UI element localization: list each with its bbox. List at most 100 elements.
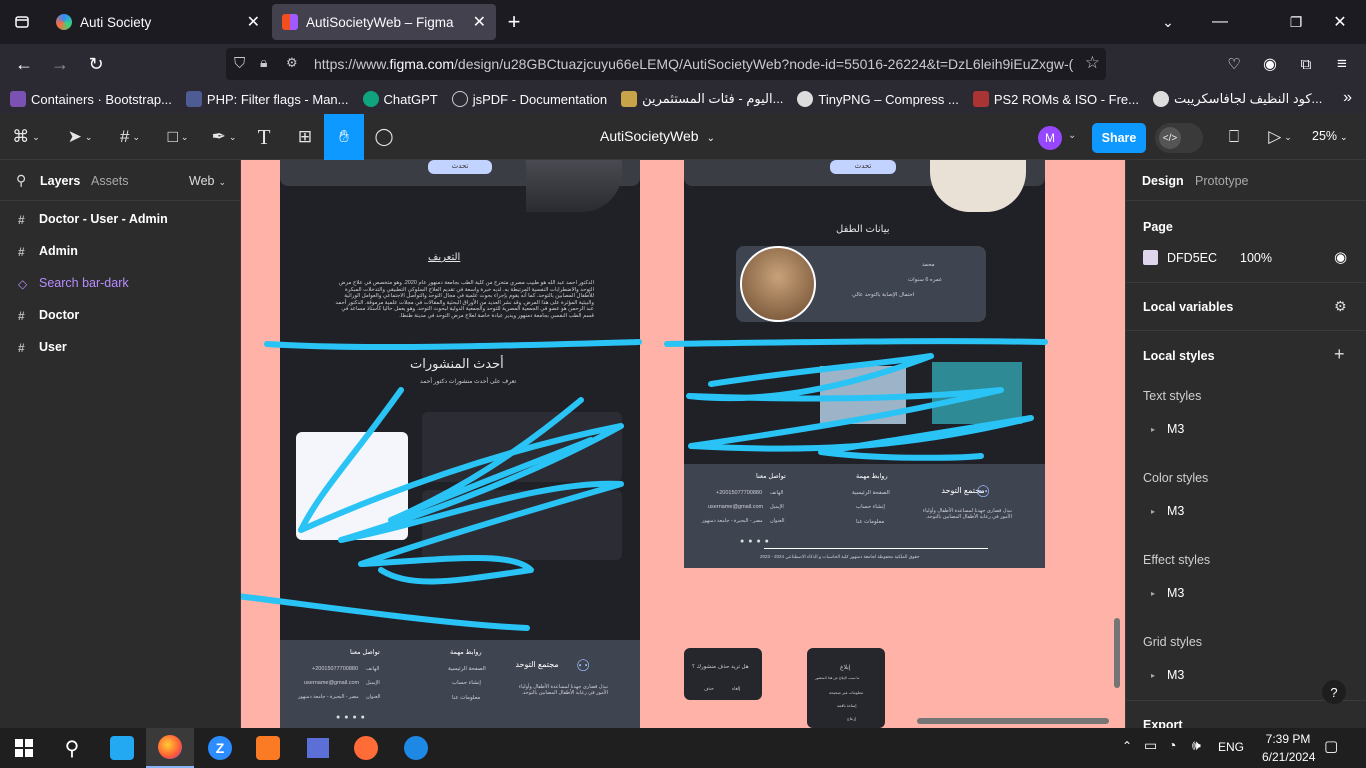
bookmark-item[interactable]: ChatGPT — [362, 91, 438, 107]
postman-icon[interactable] — [342, 728, 390, 768]
permissions-icon[interactable]: ⚙ — [286, 55, 298, 71]
local-variables-label[interactable]: Local variables — [1143, 300, 1233, 314]
tab-title: Auti Society — [80, 14, 152, 30]
scribble-zigzag — [686, 353, 1034, 461]
clock-date[interactable]: 6/21/2024 — [1262, 750, 1315, 764]
network-app-icon[interactable] — [294, 728, 342, 768]
bookmark-item[interactable]: TinyPNG – Compress ... — [797, 91, 959, 107]
tray-chevron-icon[interactable]: ⌃ — [1122, 739, 1132, 753]
page-opacity[interactable]: 100% — [1240, 251, 1272, 265]
pen-tool-icon[interactable]: ✒ ⌄ — [204, 114, 244, 160]
tab-list-icon[interactable] — [8, 8, 36, 36]
tab-auti-society[interactable]: Auti Society ✕ — [46, 4, 270, 40]
bookmark-item[interactable]: PS2 ROMs & ISO - Fre... — [972, 91, 1139, 107]
pocket-icon[interactable]: ♡ — [1220, 50, 1248, 78]
page-color-value[interactable]: DFD5EC — [1167, 251, 1217, 265]
tab-title: AutiSocietyWeb – Figma — [306, 14, 454, 30]
style-item[interactable]: ▸ M3 — [1151, 504, 1184, 518]
start-icon[interactable] — [0, 728, 48, 768]
shield-icon[interactable]: ⛉ — [234, 55, 245, 72]
close-icon[interactable]: ✕ — [247, 12, 260, 32]
bookmark-item[interactable]: Containers · Bootstrap... — [10, 91, 172, 107]
firefox-icon[interactable] — [146, 728, 194, 768]
rom-icon — [972, 91, 989, 107]
document-title[interactable]: AutiSocietyWeb ⌄ — [600, 128, 715, 144]
help-button[interactable]: ? — [1322, 680, 1346, 704]
resources-tool-icon[interactable]: ⊞ — [290, 114, 320, 160]
back-icon[interactable]: ← — [10, 50, 38, 78]
search-icon[interactable]: ⚲ — [16, 172, 26, 189]
browser-app-icon[interactable] — [392, 728, 440, 768]
figma-toolbar: ⌘ ⌄ ➤ ⌄ # ⌄ □ ⌄ ✒ ⌄ T ⊞ ✋︎ ◯ AutiSocietyWeb ⌄ … — [0, 114, 1366, 160]
move-tool-icon[interactable]: ➤ ⌄ — [60, 114, 100, 160]
account-icon[interactable]: ◉ — [1256, 50, 1284, 78]
vscode-icon[interactable] — [98, 728, 146, 768]
bookmarks-bar: Containers · Bootstrap... PHP: Filter fl… — [0, 84, 1366, 114]
bookmark-item[interactable]: كود النظيف لجافاسكريبت... — [1153, 91, 1322, 107]
tab-assets[interactable]: Assets — [91, 174, 129, 188]
style-item[interactable]: ▸ M3 — [1151, 668, 1184, 682]
clock-time[interactable]: 7:39 PM — [1262, 732, 1314, 746]
tab-favicon-icon — [56, 14, 72, 30]
library-icon[interactable]: ⎕ — [1220, 114, 1248, 160]
variables-icon[interactable]: ⚙ — [1334, 298, 1347, 315]
main-menu-icon[interactable]: ⌘ ⌄ — [8, 114, 44, 160]
page-color-swatch[interactable] — [1143, 250, 1158, 265]
close-icon[interactable]: ✕ — [473, 12, 486, 32]
shape-tool-icon[interactable]: □ ⌄ — [158, 114, 198, 160]
zoom-app-icon[interactable]: Z — [196, 728, 244, 768]
share-button[interactable]: Share — [1092, 123, 1146, 153]
tab-design[interactable]: Design — [1142, 174, 1184, 188]
more-bookmarks-icon[interactable]: » — [1343, 89, 1352, 107]
zoom-level[interactable]: 25% ⌄ — [1312, 129, 1348, 143]
tab-layers[interactable]: Layers — [40, 174, 80, 188]
new-tab-icon[interactable]: + — [500, 8, 528, 36]
comment-tool-icon[interactable]: ◯ — [370, 114, 398, 160]
volume-icon[interactable]: 🕪︎ — [1192, 737, 1201, 754]
reload-icon[interactable]: ↻ — [82, 50, 110, 78]
notifications-icon[interactable]: ▢ — [1324, 737, 1338, 755]
style-group-label: Color styles — [1143, 471, 1209, 485]
url-bar[interactable]: ⛉ 🔒︎ ⚙ https://www. figma.com/design/u28G… — [226, 48, 1106, 80]
menu-icon[interactable]: ≡ — [1328, 50, 1356, 78]
layer-row[interactable]: # User — [18, 340, 67, 355]
bookmark-star-icon[interactable]: ☆ — [1078, 53, 1100, 73]
present-icon[interactable]: ▷ ⌄ — [1262, 114, 1298, 160]
tab-figma[interactable]: AutiSocietyWeb – Figma ✕ — [272, 4, 496, 40]
layer-row[interactable]: # Doctor — [18, 308, 79, 323]
hand-tool-icon[interactable]: ✋︎ — [324, 114, 364, 160]
dev-mode-toggle[interactable]: </> — [1155, 123, 1203, 153]
color-app-icon[interactable]: ◔ — [1168, 737, 1176, 753]
restore-icon[interactable]: ❐ — [1282, 8, 1310, 36]
chatgpt-icon — [362, 91, 379, 107]
design-canvas[interactable]: تحدث التعريف الدكتور أحمد عبد الله هو طب… — [241, 160, 1125, 728]
style-item[interactable]: ▸ M3 — [1151, 586, 1184, 600]
layer-row[interactable]: # Doctor - User - Admin — [18, 212, 168, 227]
bookmark-item[interactable]: jsPDF - Documentation — [451, 91, 607, 107]
window-close-icon[interactable]: ✕ — [1326, 8, 1354, 36]
text-tool-icon[interactable]: T — [250, 114, 278, 160]
language-indicator[interactable]: ENG — [1218, 740, 1244, 754]
bookmark-item[interactable]: اليوم - فئات المستثمرين... — [621, 91, 783, 107]
frame-tool-icon[interactable]: # ⌄ — [110, 114, 150, 160]
chevron-down-icon[interactable]: ⌄ — [1068, 130, 1076, 141]
avatar[interactable]: M — [1038, 126, 1062, 150]
layer-row[interactable]: ◇ Search bar-dark — [18, 276, 129, 291]
vertical-scrollbar[interactable] — [1114, 618, 1120, 688]
forward-icon[interactable]: → — [46, 50, 74, 78]
xampp-icon[interactable] — [244, 728, 292, 768]
bookmark-item[interactable]: PHP: Filter flags - Man... — [185, 91, 349, 107]
page-selector[interactable]: Web ⌄ — [189, 174, 226, 188]
horizontal-scrollbar[interactable] — [917, 718, 1109, 724]
minimize-icon[interactable]: — — [1206, 8, 1234, 36]
add-style-icon[interactable]: + — [1334, 344, 1345, 365]
tab-prototype[interactable]: Prototype — [1195, 174, 1249, 188]
eye-icon[interactable]: ◉ — [1334, 248, 1347, 266]
chevron-down-icon[interactable]: ⌄ — [1154, 8, 1182, 36]
layer-row[interactable]: # Admin — [18, 244, 78, 259]
extensions-icon[interactable]: ⧉ — [1292, 50, 1320, 78]
style-item[interactable]: ▸ M3 — [1151, 422, 1184, 436]
lock-icon[interactable]: 🔒︎ — [260, 54, 267, 71]
network-icon[interactable]: ▭ — [1144, 737, 1157, 754]
search-icon[interactable]: ⚲ — [48, 728, 96, 768]
